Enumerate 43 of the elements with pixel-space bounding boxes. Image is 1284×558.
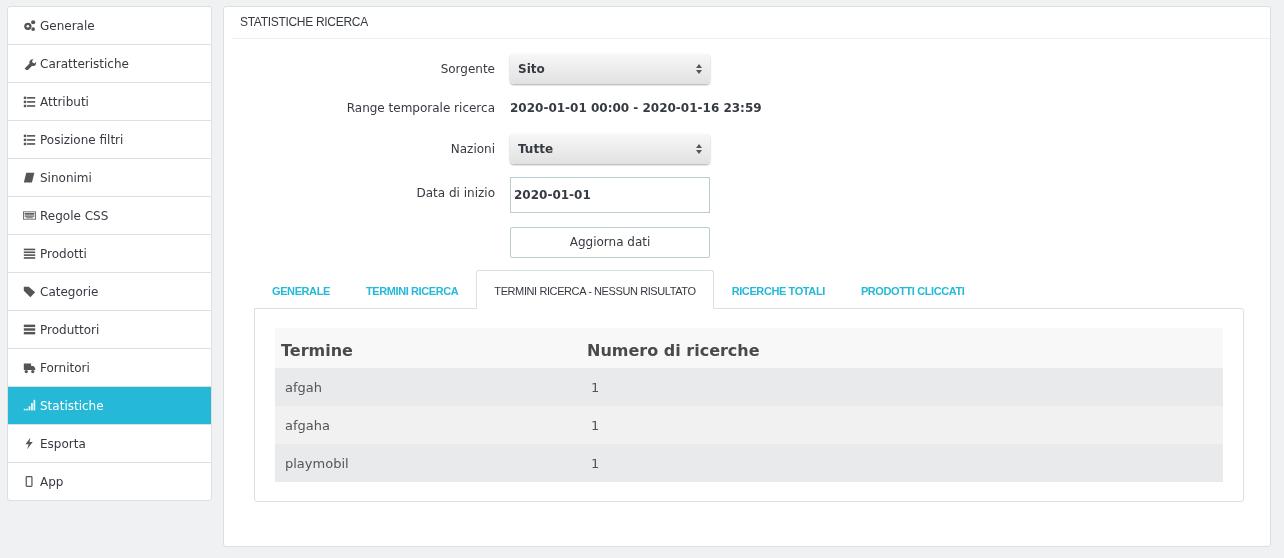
table-cell: 1 xyxy=(581,444,1223,482)
sidebar-item[interactable]: Produttori xyxy=(8,311,211,349)
sidebar-item[interactable]: Caratteristiche xyxy=(8,45,211,83)
list-icon xyxy=(23,95,36,108)
caret-icon xyxy=(696,64,702,74)
signal-icon xyxy=(23,399,36,412)
mobile-icon xyxy=(23,475,36,488)
tab[interactable]: TERMINI RICERCA - NESSUN RISULTATO xyxy=(476,270,714,309)
select-field[interactable]: Tutte xyxy=(510,134,710,164)
sidebar-item[interactable]: Posizione filtri xyxy=(8,121,211,159)
field-label: Data di inizio xyxy=(415,185,495,200)
date-range: 2020-01-01 00:00 - 2020-01-16 23:59 xyxy=(510,101,762,115)
caret-icon xyxy=(696,144,702,154)
tags-icon xyxy=(23,285,36,298)
gears-icon xyxy=(23,19,36,32)
table-cell: playmobil xyxy=(275,444,581,482)
date-field[interactable]: 2020-01-01 xyxy=(510,177,710,213)
table-cell: 1 xyxy=(581,406,1223,444)
sidebar-item[interactable]: Prodotti xyxy=(8,235,211,273)
sidebar-item[interactable]: Esporta xyxy=(8,425,211,463)
server-icon xyxy=(23,323,36,336)
keyboard-icon xyxy=(23,209,36,222)
sidebar-item[interactable]: App xyxy=(8,463,211,500)
field-label: Nazioni xyxy=(449,142,495,156)
field-label: Range temporale ricerca xyxy=(345,101,495,115)
table-cell: afgah xyxy=(275,368,581,406)
sidebar-item[interactable]: Sinonimi xyxy=(8,159,211,197)
sidebar-item[interactable]: Attributi xyxy=(8,83,211,121)
sidebar-item[interactable]: Categorie xyxy=(8,273,211,311)
select-field[interactable]: Sito xyxy=(510,54,710,84)
update-button[interactable]: Aggiorna dati xyxy=(510,226,710,258)
column-header: Termine xyxy=(275,328,581,368)
list-icon xyxy=(23,133,36,146)
column-header: Numero di ricerche xyxy=(581,328,1223,368)
table-cell: afgaha xyxy=(275,406,581,444)
panel-title: STATISTICHE RICERCA xyxy=(232,7,1270,39)
sidebar-item[interactable]: Regole CSS xyxy=(8,197,211,235)
field-label: Sorgente xyxy=(439,62,495,76)
wrench-icon xyxy=(23,57,36,70)
sidebar-item[interactable]: Generale xyxy=(8,7,211,45)
truck-icon xyxy=(23,361,36,374)
table-cell: 1 xyxy=(581,368,1223,406)
lines-icon xyxy=(23,247,36,260)
